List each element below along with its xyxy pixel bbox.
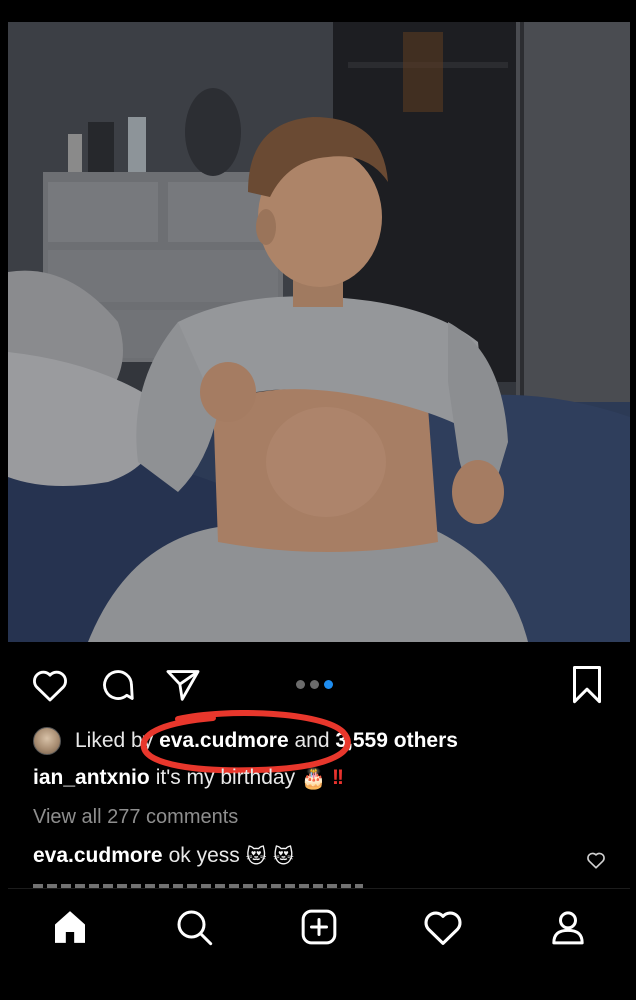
heart-eyes-cat-emoji: 😻 😻 (245, 844, 294, 868)
highlight-circle-annotation (140, 710, 351, 774)
post-photo[interactable] (8, 22, 630, 642)
comment-username[interactable]: eva.cudmore (33, 844, 163, 868)
post-actions (8, 662, 630, 708)
carousel-dot (296, 680, 305, 689)
liked-by-others[interactable]: 3,559 others (335, 729, 458, 753)
bottom-tab-bar (8, 888, 630, 965)
carousel-dot (310, 680, 319, 689)
bookmark-icon[interactable] (565, 663, 609, 707)
new-post-icon[interactable] (295, 903, 343, 951)
liker-avatar[interactable] (33, 727, 61, 755)
carousel-indicator (296, 680, 333, 689)
post-screen: Liked by eva.cudmore and 3,559 others ia… (8, 22, 630, 965)
post-caption: ian_antxnio it's my birthday 🎂 !! (33, 766, 344, 790)
share-icon[interactable] (161, 663, 205, 707)
double-exclamation-emoji: !! (332, 766, 344, 789)
comment-icon[interactable] (96, 663, 140, 707)
birthday-cake-emoji: 🎂 (301, 766, 326, 790)
comment-text: ok yess (168, 844, 240, 867)
carousel-dot-active (324, 680, 333, 689)
caption-text: it's my birthday (155, 766, 296, 789)
activity-icon[interactable] (419, 903, 467, 951)
caption-username[interactable]: ian_antxnio (33, 766, 150, 790)
heart-icon[interactable] (28, 663, 72, 707)
view-all-comments-link[interactable]: View all 277 comments (33, 806, 238, 829)
next-comment-cutoff (33, 880, 593, 888)
comment-row: eva.cudmore ok yess 😻 😻 (33, 844, 294, 868)
comment-like-heart-icon[interactable] (584, 848, 608, 872)
search-icon[interactable] (170, 903, 218, 951)
profile-icon[interactable] (544, 903, 592, 951)
home-icon[interactable] (46, 903, 94, 951)
